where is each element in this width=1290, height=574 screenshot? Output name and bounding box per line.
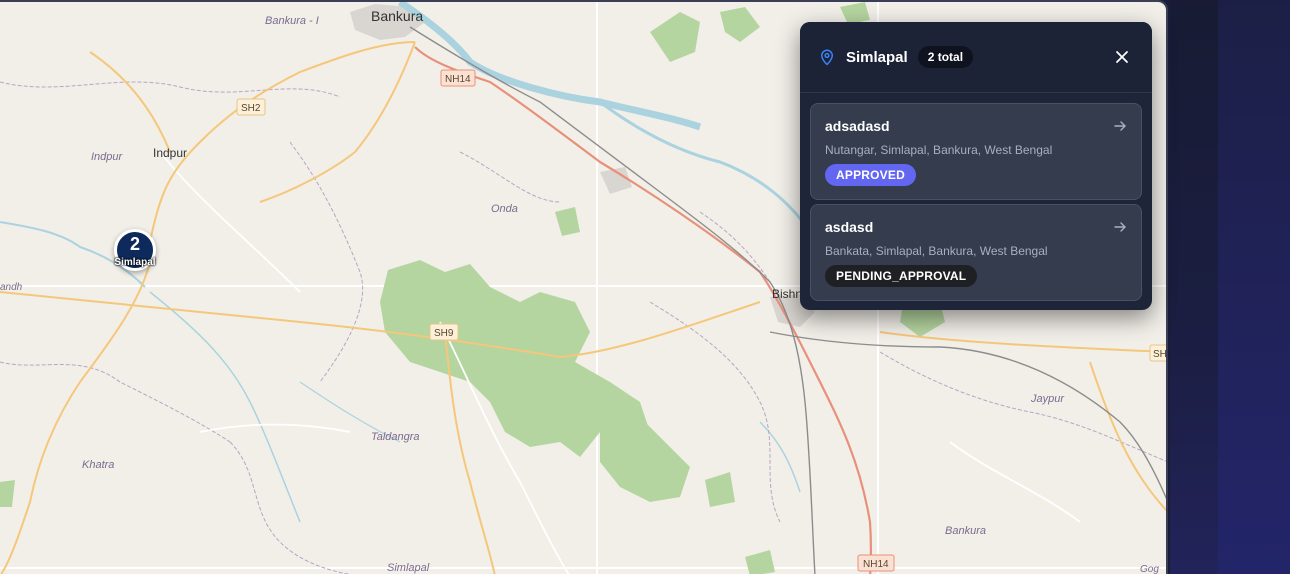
svg-text:Indpur: Indpur — [153, 146, 187, 160]
svg-text:Taldangra: Taldangra — [371, 431, 420, 443]
svg-text:Khatra: Khatra — [82, 459, 114, 471]
svg-text:Gog: Gog — [1140, 564, 1159, 574]
total-badge: 2 total — [917, 46, 974, 68]
svg-text:Indpur: Indpur — [91, 151, 124, 163]
svg-text:NH14: NH14 — [863, 559, 889, 570]
cluster-label: Simlapal — [114, 257, 156, 268]
close-icon — [1116, 51, 1128, 63]
svg-text:andh: andh — [0, 282, 23, 293]
svg-text:Bishn: Bishn — [772, 287, 802, 301]
svg-text:SH9: SH9 — [434, 328, 454, 339]
svg-text:Jaypur: Jaypur — [1030, 393, 1065, 405]
cluster-marker[interactable]: 2 Simlapal — [114, 229, 156, 271]
location-popup: Simlapal 2 total adsadasd Nutangar, Siml… — [800, 22, 1152, 310]
svg-text:Onda: Onda — [491, 203, 518, 215]
arrow-right-icon[interactable] — [1113, 119, 1127, 133]
svg-text:Bankura - I: Bankura - I — [265, 15, 319, 27]
popup-header: Simlapal 2 total — [800, 22, 1152, 93]
svg-text:SH: SH — [1153, 349, 1167, 360]
svg-text:Simlapal: Simlapal — [387, 562, 430, 574]
arrow-right-icon[interactable] — [1113, 220, 1127, 234]
location-card[interactable]: adsadasd Nutangar, Simlapal, Bankura, We… — [810, 103, 1142, 200]
close-button[interactable] — [1110, 45, 1134, 69]
location-list: adsadasd Nutangar, Simlapal, Bankura, We… — [800, 93, 1152, 301]
sidebar-strip — [1218, 0, 1290, 574]
map-pin-icon — [818, 48, 836, 66]
svg-text:SH2: SH2 — [241, 103, 261, 114]
popup-title: Simlapal — [846, 48, 908, 66]
svg-text:Bankura: Bankura — [945, 525, 986, 537]
location-name: asdasd — [825, 219, 874, 235]
cluster-count: 2 — [129, 234, 140, 254]
location-card[interactable]: asdasd Bankata, Simlapal, Bankura, West … — [810, 204, 1142, 301]
status-badge: PENDING_APPROVAL — [825, 265, 978, 287]
location-name: adsadasd — [825, 118, 890, 134]
location-address: Nutangar, Simlapal, Bankura, West Bengal — [825, 143, 1053, 157]
svg-text:Bankura: Bankura — [371, 8, 423, 24]
status-badge: APPROVED — [825, 164, 916, 186]
location-address: Bankata, Simlapal, Bankura, West Bengal — [825, 244, 1048, 258]
svg-text:NH14: NH14 — [445, 74, 471, 85]
